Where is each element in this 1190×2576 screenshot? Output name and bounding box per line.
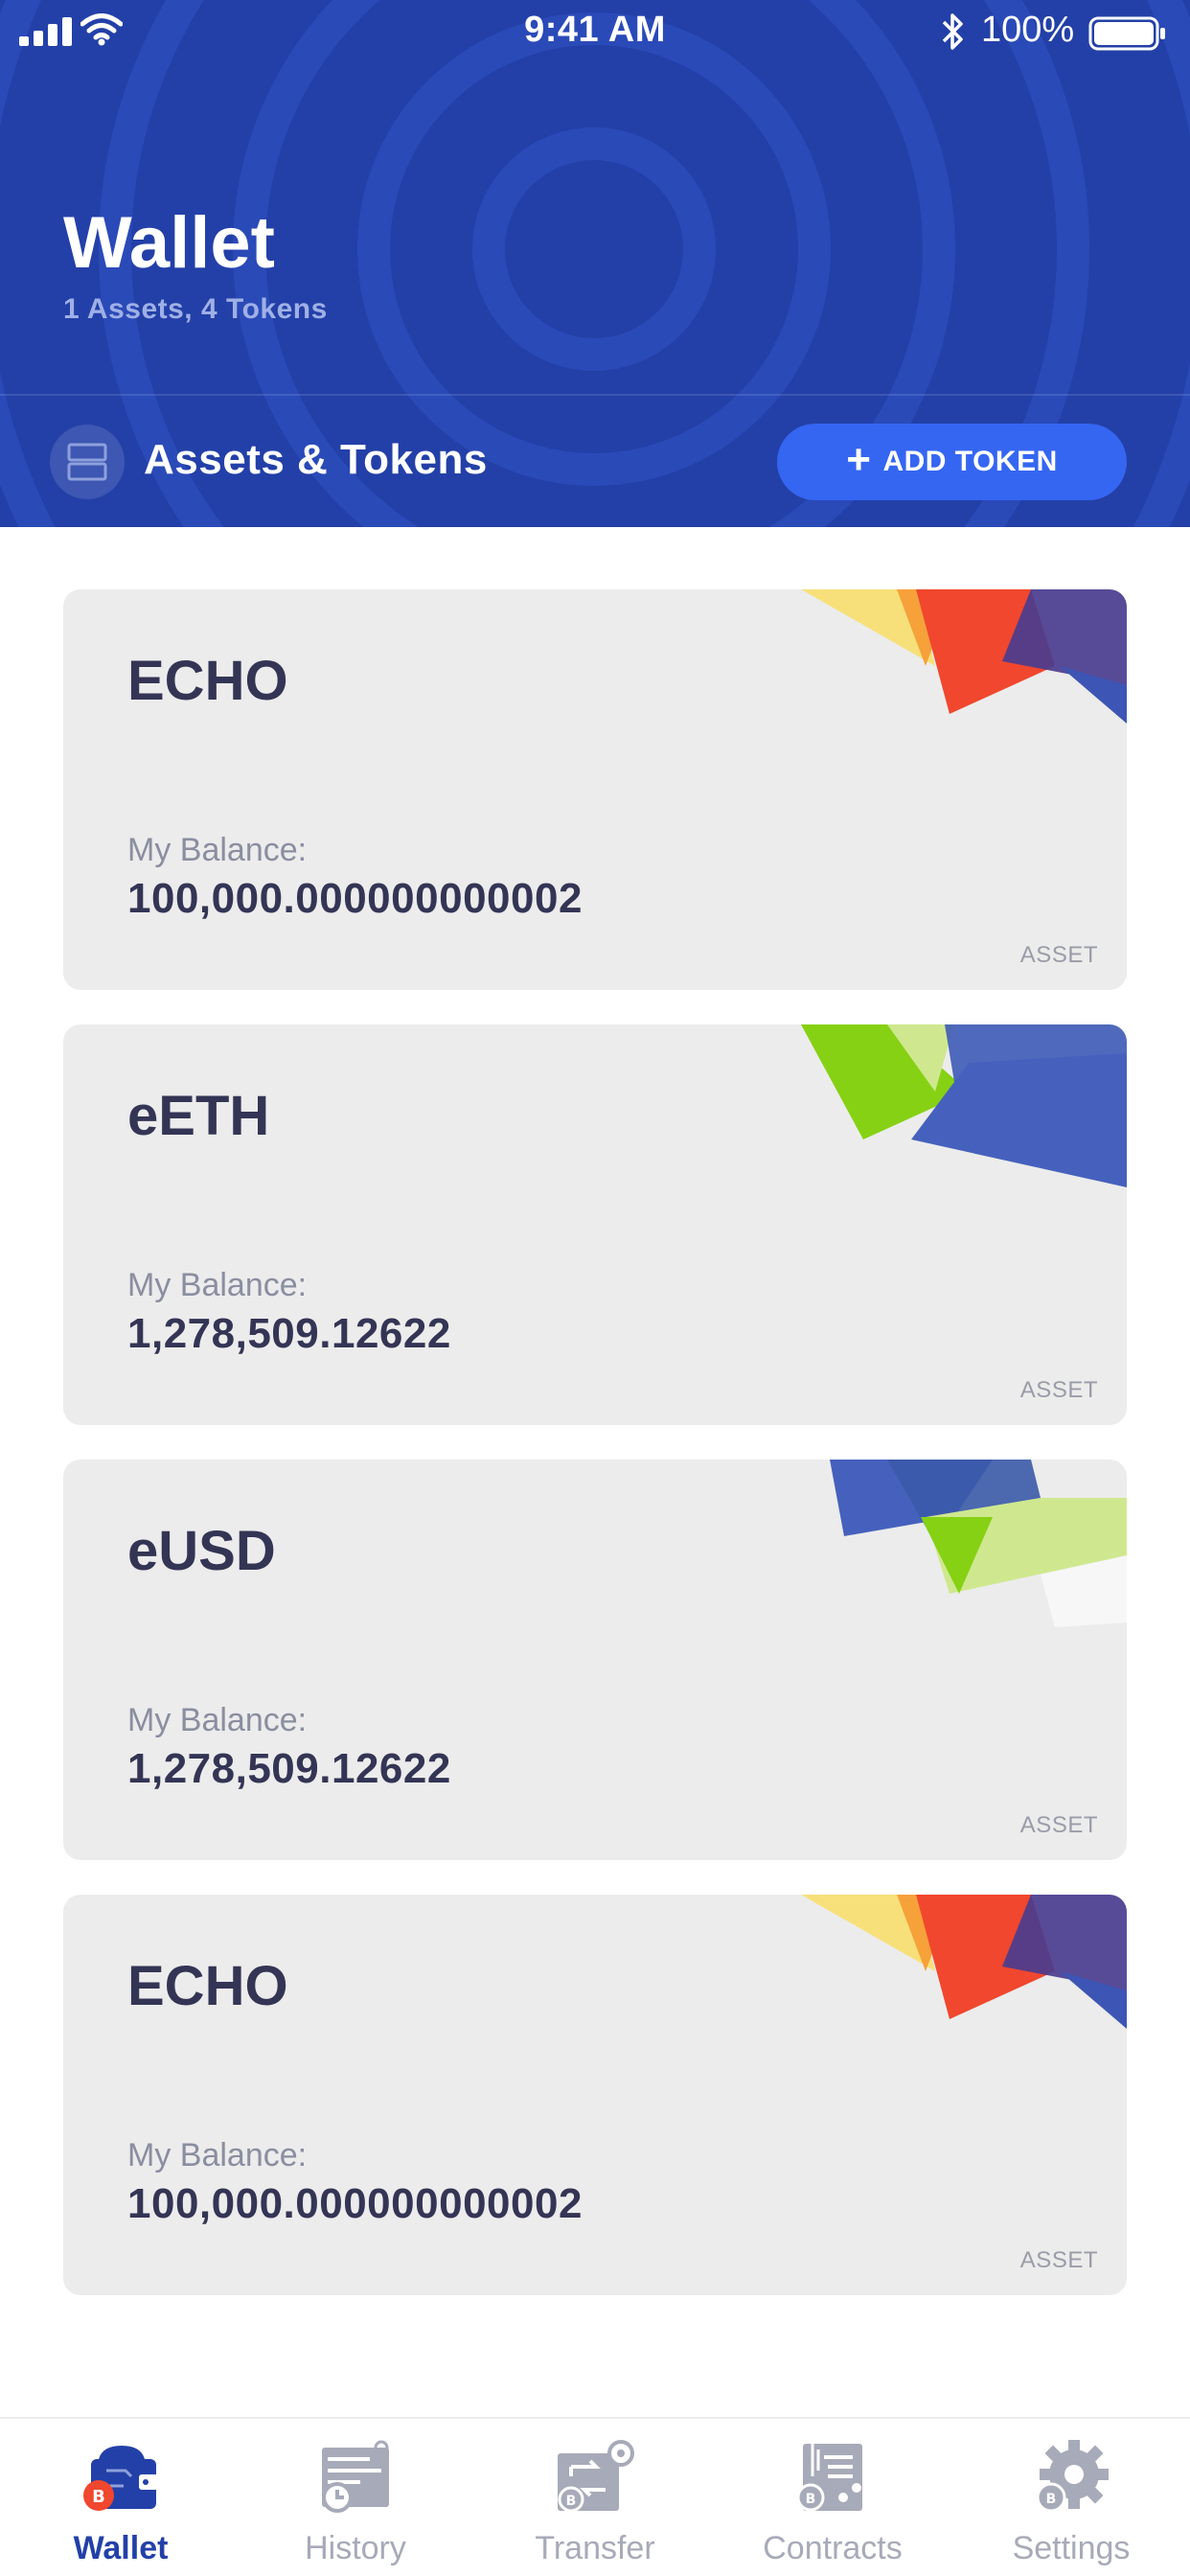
asset-name: ECHO bbox=[127, 1955, 288, 2017]
transfer-icon: B bbox=[558, 2440, 634, 2513]
tab-label: Transfer bbox=[535, 2530, 655, 2566]
asset-card[interactable]: eUSD My Balance: 1,278,509.12622 ASSET bbox=[63, 1460, 1127, 1860]
asset-count-subtitle: 1 Assets, 4 Tokens bbox=[63, 293, 328, 325]
svg-text:B: B bbox=[566, 2494, 577, 2509]
bluetooth-icon bbox=[942, 13, 963, 50]
balance-value: 1,278,509.12622 bbox=[127, 1310, 451, 1357]
asset-card-list: ECHO My Balance: 100,000.000000000002 AS… bbox=[63, 589, 1127, 2330]
balance-value: 100,000.000000000002 bbox=[127, 875, 583, 922]
svg-text:B: B bbox=[92, 2487, 105, 2507]
balance-label: My Balance: bbox=[127, 1267, 308, 1303]
asset-type-label: ASSET bbox=[1019, 942, 1098, 968]
status-bar: 9:41 AM 100% bbox=[0, 0, 1190, 67]
card-decoration bbox=[830, 1460, 1127, 1627]
svg-text:B: B bbox=[1046, 2492, 1057, 2507]
tab-transfer[interactable]: B Transfer bbox=[499, 2438, 691, 2572]
balance-value: 100,000.000000000002 bbox=[127, 2180, 583, 2227]
asset-card[interactable]: ECHO My Balance: 100,000.000000000002 AS… bbox=[63, 589, 1127, 990]
tab-history[interactable]: History bbox=[260, 2438, 451, 2572]
tab-contracts[interactable]: B Contracts bbox=[737, 2438, 928, 2572]
tab-settings[interactable]: B Settings bbox=[975, 2438, 1167, 2572]
card-decoration bbox=[801, 1895, 1127, 2029]
tab-wallet[interactable]: B Wallet bbox=[25, 2438, 217, 2572]
balance-label: My Balance: bbox=[127, 1702, 308, 1738]
tab-label: History bbox=[305, 2530, 406, 2566]
history-icon bbox=[322, 2440, 389, 2513]
asset-type-label: ASSET bbox=[1019, 2247, 1098, 2273]
page-title: Wallet bbox=[63, 202, 275, 284]
balance-label: My Balance: bbox=[127, 2137, 308, 2174]
card-decoration bbox=[801, 1024, 1127, 1187]
section-bar: Assets & Tokens + ADD TOKEN bbox=[0, 396, 1190, 527]
asset-name: eETH bbox=[127, 1085, 270, 1147]
bottom-tab-bar: B Wallet History B Transfer B Contracts … bbox=[0, 2417, 1190, 2576]
wallet-header: 9:41 AM 100% Wallet 1 Assets, 4 Tokens A… bbox=[0, 0, 1190, 527]
add-token-label: ADD TOKEN bbox=[882, 446, 1058, 477]
settings-icon: B bbox=[1036, 2440, 1109, 2513]
card-decoration bbox=[801, 589, 1127, 724]
balance-value: 1,278,509.12622 bbox=[127, 1745, 451, 1792]
plus-icon: + bbox=[846, 436, 872, 483]
add-token-button[interactable]: + ADD TOKEN bbox=[777, 424, 1127, 500]
asset-card[interactable]: eETH My Balance: 1,278,509.12622 ASSET bbox=[63, 1024, 1127, 1425]
asset-type-label: ASSET bbox=[1019, 1377, 1098, 1403]
tab-label: Wallet bbox=[73, 2530, 169, 2566]
section-title: Assets & Tokens bbox=[144, 436, 488, 483]
balance-label: My Balance: bbox=[127, 832, 308, 868]
asset-name: eUSD bbox=[127, 1520, 276, 1582]
stack-icon bbox=[50, 425, 125, 499]
contracts-icon: B bbox=[796, 2444, 862, 2512]
tab-label: Contracts bbox=[763, 2530, 903, 2566]
asset-name: ECHO bbox=[127, 650, 288, 712]
asset-card[interactable]: ECHO My Balance: 100,000.000000000002 AS… bbox=[63, 1895, 1127, 2295]
svg-text:B: B bbox=[806, 2492, 816, 2507]
battery-percentage: 100% bbox=[981, 10, 1075, 50]
battery-icon bbox=[1088, 16, 1165, 51]
asset-type-label: ASSET bbox=[1019, 1812, 1098, 1838]
wallet-icon: B bbox=[83, 2446, 158, 2511]
tab-label: Settings bbox=[1012, 2530, 1131, 2566]
